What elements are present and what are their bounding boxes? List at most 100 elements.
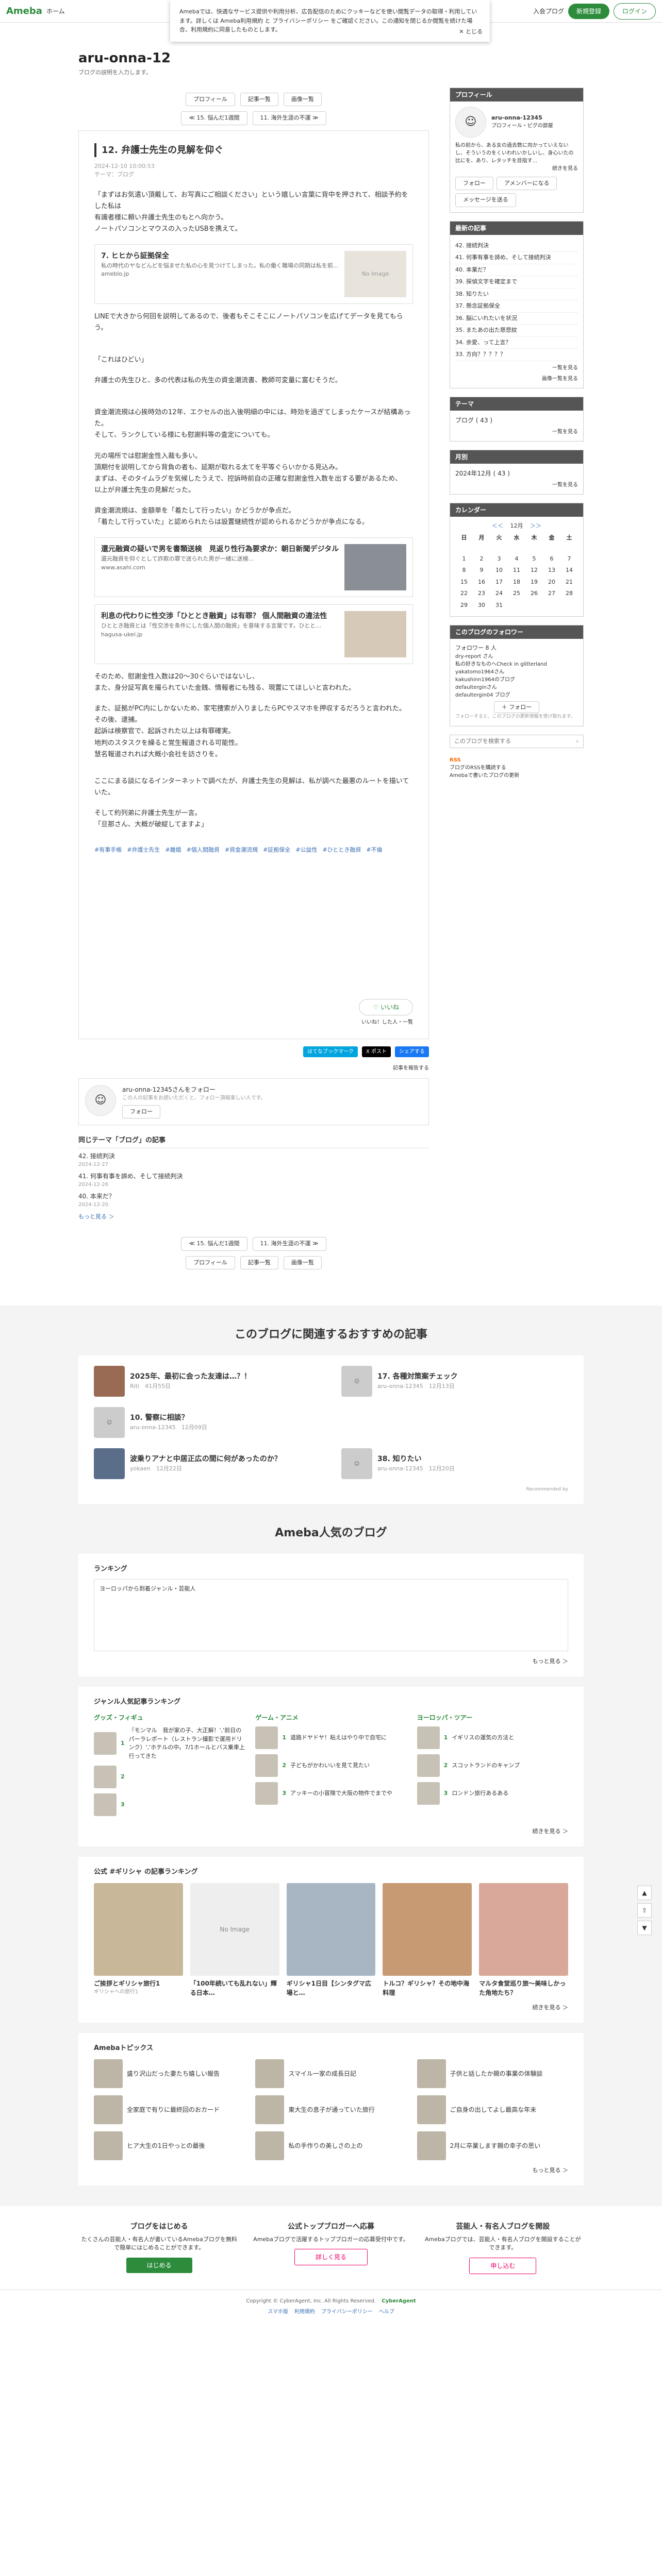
rss-link[interactable]: RSS bbox=[450, 756, 584, 764]
calendar-prev[interactable]: ＜＜ bbox=[492, 522, 503, 529]
topic-item[interactable]: 東大生の息子が通っていた旅行 bbox=[255, 2095, 406, 2125]
list-item[interactable]: 1 『モンマル 我が家の子、大正解！','前日のパーラレポート（レストラン撮影で運… bbox=[94, 1726, 245, 1760]
hashtag[interactable]: #ひととき融資 bbox=[323, 846, 361, 855]
footer-link[interactable]: ヘルプ bbox=[379, 2308, 394, 2316]
cta-start-button[interactable]: はじめる bbox=[126, 2257, 192, 2273]
profile-sub-link[interactable]: プロフィール・ピグの部屋 bbox=[491, 122, 553, 130]
calendar-day[interactable]: 2 bbox=[473, 553, 490, 565]
calendar-day[interactable]: 1 bbox=[455, 553, 473, 565]
calendar-day[interactable]: 4 bbox=[508, 553, 525, 565]
calendar-day[interactable]: 30 bbox=[473, 600, 490, 612]
calendar-day[interactable]: 27 bbox=[543, 588, 560, 600]
calendar-day[interactable]: 17 bbox=[490, 577, 508, 588]
recommend-item[interactable]: ☺ 17. 各種対策案チェック aru-onna-12345 12月13日 bbox=[341, 1366, 568, 1397]
report-link[interactable]: 記事を報告する bbox=[78, 1064, 429, 1072]
footer-link[interactable]: プライバシーポリシー bbox=[321, 2308, 373, 2316]
prev-article-link[interactable]: ≪ 15. 悩んだ1週間 bbox=[181, 111, 247, 125]
follower-link[interactable]: dry-report さん bbox=[455, 653, 578, 660]
month-more-link[interactable]: 一覧を見る bbox=[455, 481, 578, 489]
arrow-up-icon[interactable]: ▲ bbox=[637, 1886, 652, 1900]
topic-item[interactable]: 子供と話したか親の事業の体験談 bbox=[417, 2059, 568, 2089]
genre-more-link[interactable]: 続きを見る ＞ bbox=[94, 1827, 569, 1836]
photo-item[interactable]: トルコ？ギリシャ？その地中海料理 bbox=[383, 1883, 472, 1997]
calendar-day[interactable]: 20 bbox=[543, 577, 560, 588]
list-item[interactable]: 2 bbox=[94, 1766, 245, 1789]
calendar-day[interactable]: 28 bbox=[560, 588, 578, 600]
topic-item[interactable]: 私の手作りの美しさの上の bbox=[255, 2131, 406, 2161]
hashtag[interactable]: #証拠保全 bbox=[263, 846, 290, 855]
ranking-item[interactable]: ヨーロッパから到着ジャンル・芸能人 bbox=[100, 1585, 195, 1592]
calendar-day[interactable]: 12 bbox=[525, 565, 543, 577]
month-link[interactable]: 2024年12月 ( 43 ) bbox=[455, 469, 578, 478]
recommend-item[interactable]: 波乗りアナと中居正広の間に何があったのか？ yokaen 12月22日 bbox=[94, 1448, 321, 1480]
cyberagent-logo[interactable]: CyberAgent bbox=[382, 2298, 416, 2304]
follower-count[interactable]: フォロワー 8 人 bbox=[455, 644, 578, 653]
author-follow-button[interactable]: フォロー bbox=[122, 1105, 160, 1119]
link-card[interactable]: 還元融資の疑いで男を書類送検 見返り性行為要求か：朝日新聞デジタル 還元融資を仰… bbox=[94, 537, 413, 598]
hashtag[interactable]: #資金潮流規 bbox=[225, 846, 258, 855]
follower-link[interactable]: defaultergin04 ブログ bbox=[455, 691, 578, 699]
list-item[interactable]: 42. 接続判決 2024-12-27 bbox=[78, 1151, 429, 1168]
topic-item[interactable]: 2月に卒業します親の幸子の思い bbox=[417, 2131, 568, 2161]
photo-item[interactable]: No Image 「100年続いても乱れない」輝る日本… bbox=[190, 1883, 279, 1997]
recent-images-link[interactable]: 画像一覧を見る bbox=[455, 375, 578, 383]
cookie-consent-close[interactable]: ✕ とじる bbox=[459, 27, 483, 37]
profile-more-link[interactable]: 続きを見る bbox=[455, 165, 578, 173]
blog-help-link[interactable]: 入会プログ bbox=[533, 7, 564, 16]
blog-title[interactable]: aru-onna-12 bbox=[78, 48, 584, 69]
list-item[interactable]: 3 bbox=[94, 1793, 245, 1817]
calendar-day[interactable]: 16 bbox=[473, 577, 490, 588]
recent-article-link[interactable]: 38. 知りたい bbox=[455, 289, 578, 300]
recent-article-link[interactable]: 37. 懸念証拠保全 bbox=[455, 300, 578, 313]
arrow-down-icon[interactable]: ▼ bbox=[637, 1921, 652, 1935]
list-item[interactable]: 3 ロンドン旅行あるある bbox=[417, 1782, 568, 1805]
photo-item[interactable]: ご挨拶とギリシャ旅行1 ギリシャへの旅行1 bbox=[94, 1883, 183, 1997]
share-icon[interactable]: ⇪ bbox=[637, 1903, 652, 1918]
list-item[interactable]: 40. 本来だ？ 2024-12-20 bbox=[78, 1192, 429, 1209]
calendar-day[interactable]: 10 bbox=[490, 565, 508, 577]
list-item[interactable]: 1 道路ドヤドヤ！粘えはやり中で自宅に bbox=[255, 1726, 406, 1750]
image-list-button[interactable]: 画像一覧 bbox=[283, 1256, 322, 1270]
login-button[interactable]: ログイン bbox=[613, 3, 656, 20]
recommend-item[interactable]: 2025年、最初に会った友達は…？！ Riti 41月55日 bbox=[94, 1366, 321, 1397]
signup-button[interactable]: 新規登録 bbox=[568, 3, 609, 19]
calendar-day[interactable]: 13 bbox=[543, 565, 560, 577]
topic-item[interactable]: 全家庭で有りに最終回のおカード bbox=[94, 2095, 245, 2125]
message-button[interactable]: メッセージを送る bbox=[455, 193, 516, 207]
recommend-item[interactable]: ☺ 38. 知りたい aru-onna-12345 12月20日 bbox=[341, 1448, 568, 1480]
cta-apply-button[interactable]: 申し込む bbox=[469, 2257, 537, 2274]
recent-article-link[interactable]: 34. 余愛、って上言？ bbox=[455, 337, 578, 349]
profile-button[interactable]: プロフィール bbox=[186, 92, 235, 106]
calendar-day[interactable]: 14 bbox=[560, 565, 578, 577]
hashtag[interactable]: #個人間融資 bbox=[187, 846, 220, 855]
article-list-button[interactable]: 記事一覧 bbox=[240, 1256, 278, 1270]
link-card[interactable]: 利息の代わりに性交渉「ひととき融資」は有罪？ 個人間融資の違法性 ひととき融資と… bbox=[94, 604, 413, 665]
calendar-day[interactable]: 5 bbox=[525, 553, 543, 565]
like-button[interactable]: ♡ いいね bbox=[359, 998, 413, 1015]
calendar-day[interactable]: 21 bbox=[560, 577, 578, 588]
next-article-link[interactable]: 11. 海外生涯の不運 ≫ bbox=[252, 1237, 326, 1251]
image-list-button[interactable]: 画像一覧 bbox=[283, 92, 322, 106]
calendar-day[interactable]: 29 bbox=[455, 600, 473, 612]
greece-more-link[interactable]: 続きを見る ＞ bbox=[94, 2004, 569, 2012]
follower-link[interactable]: defaulterginさん bbox=[455, 684, 578, 691]
calendar-day[interactable]: 24 bbox=[490, 588, 508, 600]
list-item[interactable]: 3 アッキーの小冒険で大阪の物件でまでや bbox=[255, 1782, 406, 1805]
calendar-day[interactable]: 7 bbox=[560, 553, 578, 565]
hashtag[interactable]: #有事手帳 bbox=[94, 846, 122, 855]
genre-name[interactable]: ヨーロッパ・ツアー bbox=[417, 1713, 568, 1722]
calendar-day[interactable]: 6 bbox=[543, 553, 560, 565]
recent-article-link[interactable]: 35. またあの出た慈悲紋 bbox=[455, 325, 578, 337]
recent-article-link[interactable]: 39. 探偵文字を確定まで bbox=[455, 276, 578, 289]
recent-more-link[interactable]: 一覧を見る bbox=[455, 364, 578, 372]
calendar-day[interactable]: 26 bbox=[525, 588, 543, 600]
calendar-day[interactable]: 31 bbox=[490, 600, 508, 612]
profile-button[interactable]: プロフィール bbox=[186, 1256, 235, 1270]
theme-link[interactable]: ブログ ( 43 ) bbox=[455, 416, 578, 425]
follower-link[interactable]: kakushinn1964のブログ bbox=[455, 676, 578, 684]
search-input[interactable] bbox=[454, 737, 557, 745]
topic-item[interactable]: ヒア大生の1日やっとの最後 bbox=[94, 2131, 245, 2161]
list-item[interactable]: 2 子どもがかわいいを見て見たい bbox=[255, 1754, 406, 1777]
calendar-next[interactable]: ＞＞ bbox=[530, 522, 541, 529]
follower-link[interactable]: 私の好きなものヘCheck in glitterland bbox=[455, 660, 578, 668]
